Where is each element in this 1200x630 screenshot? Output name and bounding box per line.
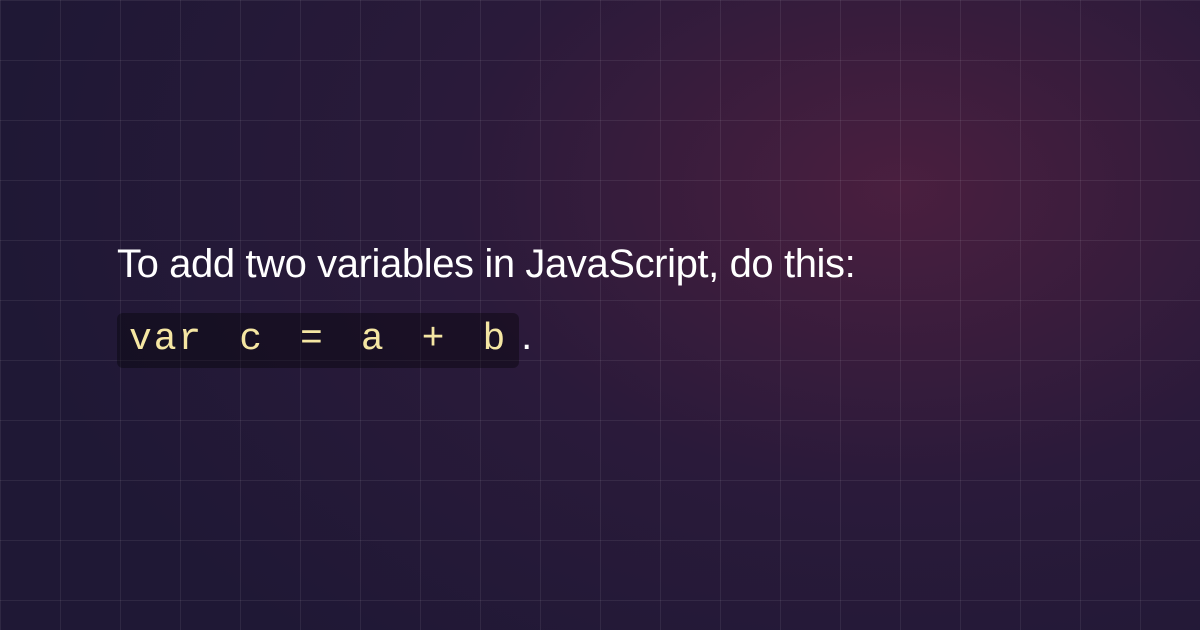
trailing-period: .	[521, 314, 532, 358]
intro-text: To add two variables in JavaScript, do t…	[117, 242, 1083, 287]
content-wrapper: To add two variables in JavaScript, do t…	[0, 0, 1200, 630]
code-line: var c = a + b.	[117, 313, 1083, 369]
code-snippet: var c = a + b	[117, 313, 519, 369]
